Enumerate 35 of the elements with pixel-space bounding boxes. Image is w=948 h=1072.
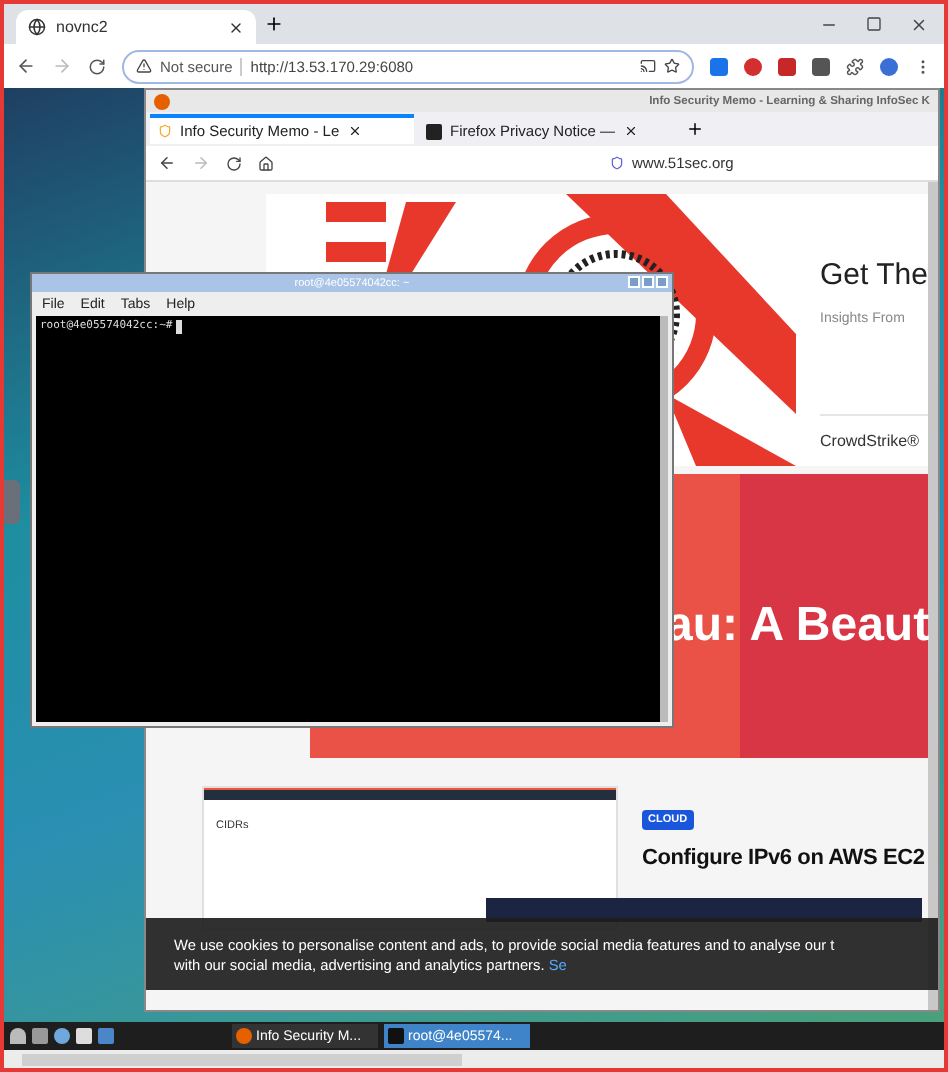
- reload-icon[interactable]: [226, 155, 242, 171]
- cursor: [176, 320, 183, 334]
- firefox-icon: [236, 1028, 252, 1044]
- minimize-button[interactable]: [628, 276, 640, 288]
- ad-headline: Get The: [820, 258, 928, 292]
- close-tab-icon[interactable]: [623, 124, 638, 138]
- extensions-icon[interactable]: [846, 57, 864, 75]
- new-tab-icon[interactable]: [686, 120, 704, 138]
- new-tab-icon[interactable]: [264, 14, 284, 34]
- scrollbar[interactable]: [660, 316, 668, 722]
- back-icon[interactable]: [16, 56, 36, 76]
- browser-tab[interactable]: novnc2: [16, 10, 256, 44]
- close-icon[interactable]: [910, 15, 928, 33]
- scrollbar[interactable]: [927, 182, 938, 1010]
- cast-icon[interactable]: [640, 58, 656, 74]
- panel-handle[interactable]: [4, 480, 20, 524]
- close-tab-icon[interactable]: [347, 124, 362, 138]
- home-icon[interactable]: [258, 155, 274, 171]
- start-menu-icon[interactable]: [10, 1028, 26, 1044]
- globe-icon: [28, 18, 46, 36]
- avatar-icon[interactable]: [880, 57, 898, 75]
- star-icon[interactable]: [664, 58, 680, 74]
- maximize-icon[interactable]: [866, 15, 882, 31]
- maximize-button[interactable]: [642, 276, 654, 288]
- post-title[interactable]: Configure IPv6 on AWS EC2: [642, 846, 925, 870]
- warning-icon: [136, 58, 152, 74]
- firefox-icon: [154, 93, 170, 109]
- reload-icon[interactable]: [88, 57, 106, 75]
- back-icon[interactable]: [158, 154, 176, 172]
- shield-icon: [158, 124, 172, 138]
- horizontal-scrollbar[interactable]: [4, 1050, 944, 1068]
- site-icon: [426, 123, 442, 139]
- monitor-icon: [388, 1028, 404, 1044]
- close-tab-icon[interactable]: [228, 19, 244, 35]
- close-button[interactable]: [656, 276, 668, 288]
